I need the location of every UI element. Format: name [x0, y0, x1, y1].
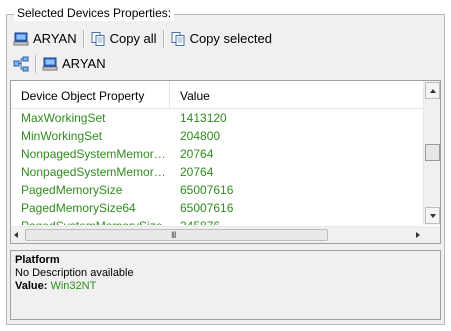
scroll-right-icon[interactable] — [416, 232, 420, 238]
description-value-line: Value: Win32NT — [15, 280, 436, 293]
properties-panel: Selected Devices Properties: ARYAN Copy … — [0, 0, 451, 331]
device-path-item[interactable]: ARYAN — [39, 53, 109, 75]
table-row[interactable]: PagedMemorySize 65007616 — [11, 181, 423, 199]
property-cell: PagedSystemMemorySize — [11, 217, 170, 225]
copy-all-label: Copy all — [109, 31, 157, 46]
toolbar-separator — [162, 30, 164, 48]
horizontal-scroll-thumb[interactable]: III — [25, 229, 328, 241]
column-header-property[interactable]: Device Object Property — [11, 81, 170, 109]
property-cell: NonpagedSystemMemorySize — [21, 147, 170, 161]
main-toolbar: ARYAN Copy all Copy selected — [10, 27, 441, 51]
copy-selected-label: Copy selected — [189, 31, 272, 46]
description-text: No Description available — [15, 267, 134, 279]
property-grid[interactable]: Device Object Property Value MaxWorkingS… — [10, 80, 441, 244]
grid-body: MaxWorkingSet 1413120 MinWorkingSet 2048… — [11, 109, 423, 225]
device-path-label: ARYAN — [62, 56, 106, 71]
vertical-scrollbar[interactable] — [423, 81, 440, 225]
property-cell: MinWorkingSet — [21, 129, 103, 143]
table-row[interactable]: PagedMemorySize64 65007616 — [11, 199, 423, 217]
column-header-value[interactable]: Value — [170, 81, 423, 109]
description-panel: Platform No Description available Value:… — [10, 250, 441, 320]
value-cell: 20764 — [180, 165, 214, 179]
value-cell: 20764 — [180, 147, 214, 161]
description-title: Platform — [15, 254, 60, 266]
value-cell: 65007616 — [180, 183, 234, 197]
grid-header: Device Object Property Value — [11, 81, 423, 109]
value-cell: 204800 — [180, 129, 221, 143]
computer-icon — [42, 56, 58, 72]
device-name-label: ARYAN — [33, 31, 77, 46]
scrollbar-corner — [423, 226, 440, 243]
property-cell: PagedMemorySize64 — [21, 201, 136, 215]
device-path-toolbar: ARYAN — [10, 52, 441, 76]
toolbar-separator — [35, 55, 36, 73]
table-row[interactable]: MinWorkingSet 204800 — [11, 127, 423, 145]
toolbar-separator — [82, 30, 84, 48]
table-row[interactable]: NonpagedSystemMemorySiz... 20764 — [11, 163, 423, 181]
vertical-scroll-thumb[interactable] — [425, 144, 440, 161]
table-row[interactable]: MaxWorkingSet 1413120 — [11, 109, 423, 127]
scroll-down-button[interactable] — [425, 207, 440, 224]
scroll-left-icon[interactable] — [14, 232, 18, 238]
value-cell: 1413120 — [180, 111, 227, 125]
copy-icon — [170, 31, 186, 47]
description-value-label: Value: — [15, 280, 48, 292]
arrow-up-icon — [430, 89, 436, 93]
property-cell: MaxWorkingSet — [21, 111, 106, 125]
computer-icon — [13, 31, 29, 47]
copy-all-button[interactable]: Copy all — [87, 28, 160, 50]
scroll-up-button[interactable] — [425, 82, 440, 99]
property-cell: PagedMemorySize — [21, 183, 123, 197]
arrow-down-icon — [430, 214, 436, 218]
value-cell: 65007616 — [180, 201, 234, 215]
tree-structure-icon — [13, 56, 29, 72]
tree-view-button[interactable] — [10, 53, 32, 75]
table-row[interactable]: NonpagedSystemMemorySize 20764 — [11, 145, 423, 163]
description-value: Win32NT — [50, 280, 97, 292]
table-row[interactable]: PagedSystemMemorySize 345876 — [11, 217, 423, 225]
group-title: Selected Devices Properties: — [14, 5, 175, 21]
value-cell: 345876 — [170, 217, 423, 225]
copy-selected-button[interactable]: Copy selected — [167, 28, 275, 50]
copy-icon — [90, 31, 106, 47]
horizontal-scrollbar[interactable]: III — [11, 226, 423, 243]
scroll-grip-icon: III — [171, 230, 176, 240]
property-cell: NonpagedSystemMemorySiz... — [21, 165, 170, 179]
device-button[interactable]: ARYAN — [10, 28, 80, 50]
